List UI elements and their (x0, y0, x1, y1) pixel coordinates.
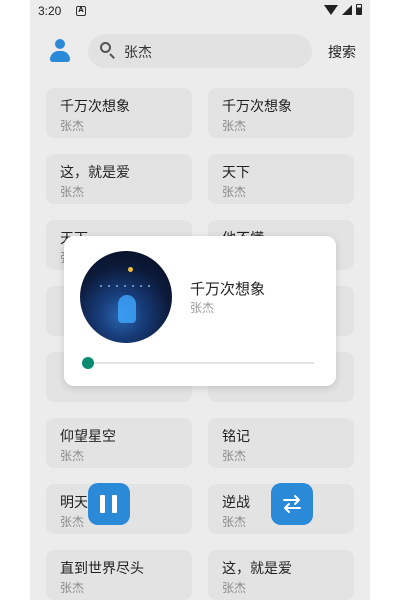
song-title: 仰望星空 (60, 429, 116, 445)
song-card[interactable]: 千万次想象 张杰 (46, 88, 192, 138)
now-playing-artist: 张杰 (190, 301, 215, 315)
song-card[interactable]: 铭记 张杰 (208, 418, 354, 468)
phone-screen: 3:20 A 张杰 搜索 千万次想象 张杰 千万次想象 张杰 这，就是爱 张杰 (30, 0, 370, 600)
song-card[interactable]: 仰望星空 张杰 (46, 418, 192, 468)
pause-button[interactable] (88, 483, 130, 525)
shuffle-button[interactable] (271, 483, 313, 525)
song-title: 千万次想象 (60, 99, 130, 115)
song-title: 这，就是爱 (60, 165, 130, 181)
shuffle-icon (283, 495, 301, 513)
now-playing-popup[interactable]: 千万次想象 张杰 (64, 236, 336, 386)
progress-handle[interactable] (82, 357, 94, 369)
song-card[interactable]: 直到世界尽头 张杰 (46, 550, 192, 600)
song-title: 逆战 (222, 495, 250, 511)
song-artist: 张杰 (222, 515, 247, 529)
song-artist: 张杰 (222, 449, 247, 463)
song-title: 这，就是爱 (222, 561, 292, 577)
song-artist: 张杰 (60, 515, 85, 529)
song-card[interactable]: 天下 张杰 (208, 154, 354, 204)
song-card[interactable]: 这，就是爱 张杰 (46, 154, 192, 204)
song-card[interactable]: 千万次想象 张杰 (208, 88, 354, 138)
song-title: 天下 (222, 165, 250, 181)
song-title: 铭记 (222, 429, 250, 445)
now-playing-title: 千万次想象 (190, 280, 266, 298)
song-artist: 张杰 (60, 581, 85, 595)
song-title: 直到世界尽头 (60, 561, 144, 577)
song-artist: 张杰 (60, 119, 85, 133)
song-artist: 张杰 (60, 185, 85, 199)
song-artist: 张杰 (222, 185, 247, 199)
pause-icon (100, 495, 105, 513)
song-artist: 张杰 (60, 449, 85, 463)
song-card[interactable]: 这，就是爱 张杰 (208, 550, 354, 600)
progress-bar[interactable] (88, 362, 314, 364)
moon-icon (128, 267, 133, 272)
song-title: 千万次想象 (222, 99, 292, 115)
album-cover (80, 251, 172, 343)
song-artist: 张杰 (222, 581, 247, 595)
song-artist: 张杰 (222, 119, 247, 133)
